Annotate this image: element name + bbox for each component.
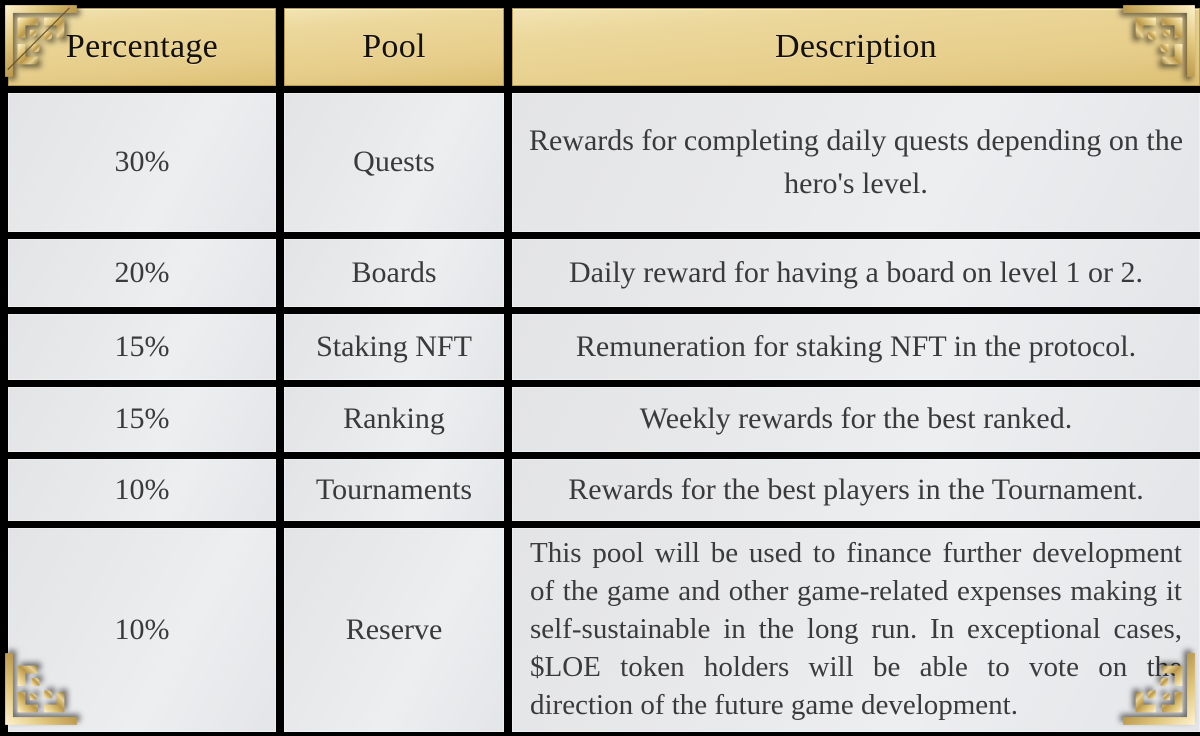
tokenomics-table: Percentage Pool Description 30% Quests R… [0,0,1200,736]
table-row: Weekly rewards for the best ranked. [512,387,1200,452]
table-row: Quests [284,93,504,232]
cell-description: Rewards for the best players in the Tour… [568,472,1144,506]
table-row: 30% [8,93,276,232]
table-row: 10% [8,528,276,732]
table-row: Boards [284,239,504,307]
table-row: 15% [8,314,276,380]
table-row: Tournaments [284,459,504,521]
cell-percentage: 20% [114,255,170,289]
table-row: Rewards for the best players in the Tour… [512,459,1200,521]
cell-percentage: 30% [114,145,170,179]
cell-pool: Ranking [343,402,445,436]
cell-pool: Quests [353,145,435,179]
cell-description: Daily reward for having a board on level… [569,255,1143,289]
header-label-pool: Pool [362,28,426,65]
table-grid: Percentage Pool Description 30% Quests R… [8,8,1200,732]
table-header-percentage: Percentage [8,8,276,86]
table-row: Daily reward for having a board on level… [512,239,1200,307]
cell-pool: Reserve [345,612,443,646]
table-row: Rewards for completing daily quests depe… [512,93,1200,232]
cell-description: This pool will be used to finance furthe… [530,537,1182,721]
cell-percentage: 15% [114,329,170,363]
cell-pool: Staking NFT [316,329,472,363]
cell-percentage: 10% [114,472,170,506]
cell-description: Weekly rewards for the best ranked. [639,402,1073,436]
cell-pool: Boards [351,255,437,289]
table-row: Reserve [284,528,504,732]
cell-percentage: 10% [114,612,170,646]
cell-pool: Tournaments [315,472,473,506]
table-row: 10% [8,459,276,521]
header-label-description: Description [775,28,937,65]
table-row: This pool will be used to finance furthe… [512,528,1200,732]
table-header-pool: Pool [284,8,504,86]
table-header-description: Description [512,8,1200,86]
cell-description: Rewards for completing daily quests depe… [528,123,1184,200]
table-row: Staking NFT [284,314,504,380]
header-label-percentage: Percentage [65,28,219,65]
table-row: Remuneration for staking NFT in the prot… [512,314,1200,380]
table-row: 20% [8,239,276,307]
table-row: Ranking [284,387,504,452]
table-row: 15% [8,387,276,452]
cell-description: Remuneration for staking NFT in the prot… [575,329,1137,363]
cell-percentage: 15% [114,402,170,436]
